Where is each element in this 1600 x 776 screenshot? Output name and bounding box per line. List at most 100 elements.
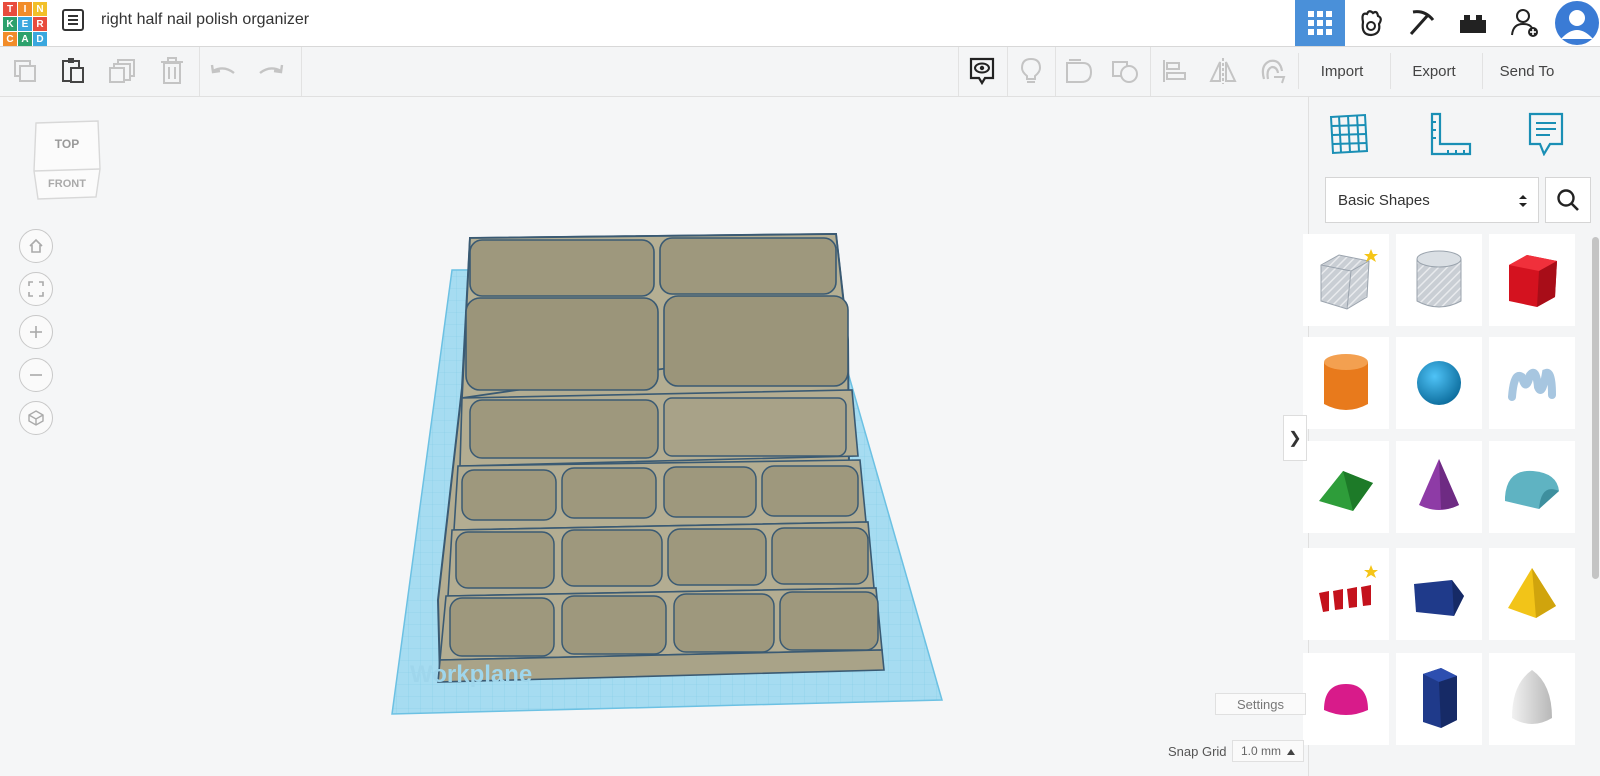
import-button[interactable]: Import	[1298, 53, 1385, 89]
copy-icon	[14, 60, 36, 82]
light-icon	[1020, 57, 1042, 83]
cruise-button[interactable]	[1256, 55, 1288, 87]
project-title[interactable]: right half nail polish organizer	[101, 11, 309, 29]
shape-box-hole[interactable]	[1303, 234, 1389, 326]
copy-button[interactable]	[9, 55, 41, 87]
shape-category-select[interactable]: Basic Shapes	[1325, 177, 1539, 223]
bricks-view-button[interactable]	[1397, 0, 1447, 46]
tinkercad-logo[interactable]: TIN KER CAD	[3, 2, 47, 46]
half-sphere-icon	[1324, 684, 1368, 715]
show-all-button[interactable]	[966, 55, 998, 87]
edit-toolbar: Import Export Send To	[0, 47, 1600, 97]
magnet-icon	[1261, 59, 1286, 84]
duplicate-icon	[109, 59, 135, 83]
shape-scribble[interactable]	[1489, 337, 1575, 429]
logo-letter: T	[3, 2, 17, 16]
bricks-icon	[1460, 15, 1486, 33]
group-button[interactable]	[1063, 55, 1095, 87]
shape-cylinder[interactable]	[1303, 337, 1389, 429]
caret-up-icon	[1287, 749, 1295, 755]
logo-letter: N	[33, 2, 47, 16]
logo-letter: I	[18, 2, 32, 16]
redo-icon	[259, 64, 284, 74]
shape-cylinder-hole[interactable]	[1396, 234, 1482, 326]
notes-icon	[1528, 112, 1564, 156]
undo-icon	[210, 64, 235, 74]
cylinder-hole-icon	[1416, 250, 1462, 308]
shape-wedge[interactable]	[1396, 548, 1482, 640]
ruler-tool-button[interactable]	[1427, 111, 1473, 157]
ungroup-button[interactable]	[1109, 55, 1141, 87]
align-icon	[1163, 60, 1186, 82]
3d-viewport[interactable]: TOP FRONT Workplane	[0, 97, 1308, 776]
box-icon	[1509, 255, 1557, 307]
shape-sphere[interactable]	[1396, 337, 1482, 429]
snap-grid-value: 1.0 mm	[1241, 744, 1282, 758]
show-all-icon	[969, 57, 995, 86]
notes-tool-button[interactable]	[1523, 111, 1569, 157]
logo-letter: C	[3, 32, 17, 46]
logo-letter: R	[33, 17, 47, 31]
round-roof-icon	[1505, 470, 1559, 509]
shapes-panel: Basic Shapes	[1303, 97, 1600, 776]
sphere-icon	[1417, 361, 1461, 405]
redo-button[interactable]	[255, 55, 287, 87]
send-to-button[interactable]: Send To	[1482, 53, 1571, 89]
shape-text[interactable]	[1303, 548, 1389, 640]
avatar-icon	[1554, 1, 1599, 45]
top-bar: TIN KER CAD right half nail polish organiz…	[0, 0, 1600, 47]
shape-paraboloid[interactable]	[1489, 653, 1575, 745]
chevron-right-icon: ❯	[1288, 430, 1302, 447]
mirror-button[interactable]	[1207, 55, 1239, 87]
shape-round-roof[interactable]	[1489, 441, 1575, 533]
export-button[interactable]: Export	[1390, 53, 1477, 89]
settings-button[interactable]: Settings	[1215, 693, 1306, 715]
shape-half-sphere[interactable]	[1303, 653, 1389, 745]
shape-box[interactable]	[1489, 234, 1575, 326]
workplane-scene[interactable]	[0, 97, 1308, 776]
paste-button[interactable]	[57, 55, 89, 87]
cylinder-icon	[1324, 354, 1368, 410]
box-hole-icon	[1320, 249, 1378, 310]
user-avatar[interactable]	[1553, 0, 1600, 46]
polygon-icon	[1423, 668, 1457, 728]
logo-letter: E	[18, 17, 32, 31]
collapse-panel-button[interactable]: ❯	[1283, 415, 1307, 461]
workplane-tool-button[interactable]	[1325, 111, 1371, 157]
shape-search-button[interactable]	[1545, 177, 1591, 223]
gallery-icon	[1361, 10, 1382, 37]
shape-pyramid[interactable]	[1489, 548, 1575, 640]
shape-roof[interactable]	[1303, 441, 1389, 533]
logo-letter: A	[18, 32, 32, 46]
pickaxe-icon	[1409, 10, 1435, 36]
shape-hole-icon	[1112, 61, 1138, 83]
roof-icon	[1319, 471, 1373, 511]
wedge-icon	[1414, 580, 1464, 616]
undo-button[interactable]	[207, 55, 239, 87]
select-arrows-icon	[1519, 195, 1527, 207]
notes-light-button[interactable]	[1015, 55, 1047, 87]
scribble-icon	[1508, 368, 1556, 401]
invite-button[interactable]	[1500, 0, 1550, 46]
lego-view-button[interactable]	[1448, 0, 1498, 46]
logo-letter: K	[3, 17, 17, 31]
shape-cone[interactable]	[1396, 441, 1482, 533]
mirror-icon	[1209, 58, 1237, 84]
paste-icon	[62, 58, 84, 83]
ruler-icon	[1430, 112, 1472, 156]
snap-grid-select[interactable]: 1.0 mm	[1232, 740, 1304, 762]
workplane-grid-icon	[1329, 113, 1369, 155]
search-icon	[1557, 189, 1579, 211]
shape-category-value: Basic Shapes	[1338, 191, 1430, 209]
shapes-scrollbar[interactable]	[1592, 237, 1599, 579]
align-button[interactable]	[1158, 55, 1190, 87]
cone-icon	[1419, 459, 1459, 510]
duplicate-button[interactable]	[107, 55, 139, 87]
project-list-icon[interactable]	[62, 9, 84, 31]
blocks-view-button[interactable]	[1346, 0, 1396, 46]
shape-polygon[interactable]	[1396, 653, 1482, 745]
pyramid-icon	[1508, 568, 1556, 618]
delete-button[interactable]	[156, 55, 188, 87]
3d-design-view-button[interactable]	[1295, 0, 1345, 46]
delete-icon	[161, 57, 183, 84]
